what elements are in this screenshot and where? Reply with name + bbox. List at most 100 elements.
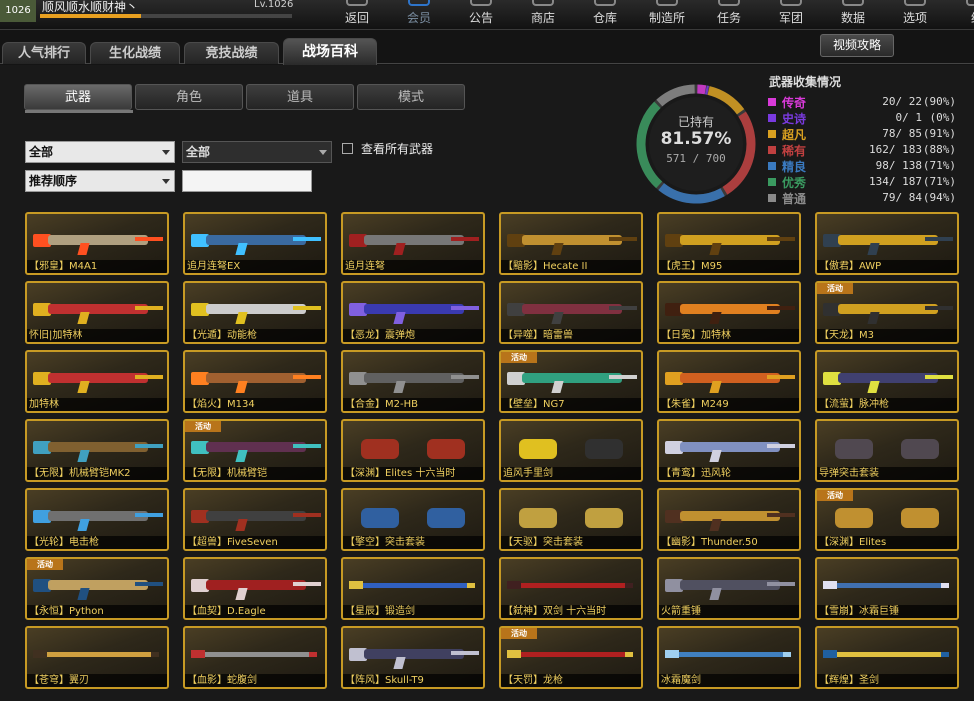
weapon-card[interactable]: 【擎空】突击套装	[341, 488, 485, 551]
weapon-image	[507, 571, 637, 601]
sort-select[interactable]: 推荐顺序	[25, 170, 175, 192]
weapon-card[interactable]: 【焰火】M134	[183, 350, 327, 413]
rarity-percent: (90%)	[922, 95, 956, 108]
weapon-card[interactable]: 活动 【天罚】龙枪	[499, 626, 643, 689]
video-guide-button[interactable]: 视频攻略	[820, 34, 894, 57]
weapon-card[interactable]: 加特林	[25, 350, 169, 413]
weapon-card[interactable]: 【深渊】Elites 十六当时	[341, 419, 485, 482]
tab-0[interactable]: 人气排行	[2, 42, 86, 64]
rarity-name: 超凡	[782, 128, 807, 142]
weapon-card[interactable]: 【血契】D.Eagle	[183, 557, 327, 620]
event-badge: 活动	[817, 490, 853, 501]
rarity-color-swatch	[768, 146, 776, 154]
weapon-card[interactable]: 活动 【壁垒】NG7	[499, 350, 643, 413]
weapon-card[interactable]: 【日冕】加特林	[657, 281, 801, 344]
weapon-card[interactable]: 【雪崩】冰霜巨锤	[815, 557, 959, 620]
weapon-card[interactable]: 【虎王】M95	[657, 212, 801, 275]
rarity-count: 162/ 183	[869, 143, 922, 156]
subtab-3[interactable]: 模式	[357, 84, 465, 110]
weapon-card[interactable]: 【天驱】突击套装	[499, 488, 643, 551]
weapon-card[interactable]: 【阵风】Skull-T9	[341, 626, 485, 689]
weapon-grid: 【邪皇】M4A1 追月连弩EX 追月连弩 【黯影】Hecate II 【虎王】M95 【傲…	[25, 212, 969, 698]
weapon-card[interactable]: 导弹突击套装	[815, 419, 959, 482]
weapon-card[interactable]: 追风手里剑	[499, 419, 643, 482]
weapon-card[interactable]: 【无限】机械臂铠MK2	[25, 419, 169, 482]
menu-item-2[interactable]: 公告	[459, 0, 503, 30]
weapon-card[interactable]: 【辉煌】圣剑	[815, 626, 959, 689]
menu-item-10[interactable]: 结	[955, 0, 974, 30]
weapon-card[interactable]: 【流萤】脉冲枪	[815, 350, 959, 413]
subcategory-select-value: 全部	[186, 145, 211, 159]
weapon-card[interactable]: 冰霜魔剑	[657, 626, 801, 689]
category-select[interactable]: 全部	[25, 141, 175, 163]
exp-bar	[40, 14, 292, 18]
weapon-name: 【雪崩】冰霜巨锤	[817, 605, 957, 618]
search-input[interactable]	[182, 170, 312, 192]
subtab-2[interactable]: 道具	[246, 84, 354, 110]
weapon-image	[349, 502, 479, 532]
subtab-1[interactable]: 角色	[135, 84, 243, 110]
tab-3[interactable]: 战场百科	[283, 38, 377, 65]
show-all-weapons-toggle[interactable]: 查看所有武器	[342, 140, 433, 157]
weapon-card[interactable]: 火箭重锤	[657, 557, 801, 620]
weapon-image	[349, 226, 479, 256]
warehouse-icon	[594, 0, 616, 6]
weapon-card[interactable]: 怀旧|加特林	[25, 281, 169, 344]
weapon-image	[191, 640, 321, 670]
weapon-name: 【合金】M2-HB	[343, 398, 483, 411]
player-level-text: Lv.1026	[254, 0, 294, 10]
weapon-name: 【无限】机械臂铠	[185, 467, 325, 480]
weapon-name: 【壁垒】NG7	[501, 398, 641, 411]
subcategory-select[interactable]: 全部	[182, 141, 332, 163]
show-all-checkbox[interactable]	[342, 143, 353, 154]
weapon-card[interactable]: 【弑神】双剑 十六当时	[499, 557, 643, 620]
weapon-name: 【血契】D.Eagle	[185, 605, 325, 618]
weapon-card[interactable]: 活动 【天龙】M3	[815, 281, 959, 344]
weapon-image	[191, 433, 321, 463]
weapon-card[interactable]: 【幽影】Thunder.50	[657, 488, 801, 551]
weapon-card[interactable]: 【光遁】动能枪	[183, 281, 327, 344]
subtab-0[interactable]: 武器	[24, 84, 133, 113]
weapon-card[interactable]: 活动 【永恒】Python	[25, 557, 169, 620]
weapon-image	[823, 502, 953, 532]
event-badge: 活动	[817, 283, 853, 294]
weapon-card[interactable]: 追月连弩EX	[183, 212, 327, 275]
weapon-card[interactable]: 【合金】M2-HB	[341, 350, 485, 413]
weapon-card[interactable]: 活动【无限】机械臂铠	[183, 419, 327, 482]
rarity-percent: (88%)	[922, 143, 956, 156]
weapon-card[interactable]: 【星辰】锻造剑	[341, 557, 485, 620]
weapon-card[interactable]: 【朱雀】M249	[657, 350, 801, 413]
weapon-name: 【邪皇】M4A1	[27, 260, 167, 273]
menu-item-1[interactable]: 会员	[397, 0, 441, 30]
rarity-color-swatch	[768, 194, 776, 202]
weapon-card[interactable]: 【黯影】Hecate II	[499, 212, 643, 275]
menu-item-4[interactable]: 仓库	[583, 0, 627, 30]
weapon-card[interactable]: 【光轮】电击枪	[25, 488, 169, 551]
weapon-name: 【深渊】Elites	[817, 536, 957, 549]
weapon-card[interactable]: 【邪皇】M4A1	[25, 212, 169, 275]
weapon-card[interactable]: 追月连弩	[341, 212, 485, 275]
tab-2[interactable]: 竞技战绩	[184, 42, 279, 64]
weapon-name: 【永恒】Python	[27, 605, 167, 618]
weapon-card[interactable]: 【异噬】暗雷兽	[499, 281, 643, 344]
menu-item-0[interactable]: 返回	[335, 0, 379, 30]
weapon-card[interactable]: 【傲君】AWP	[815, 212, 959, 275]
menu-item-9[interactable]: 选项	[893, 0, 937, 30]
weapon-card[interactable]: 【恶龙】震弹炮	[341, 281, 485, 344]
menu-item-3[interactable]: 商店	[521, 0, 565, 30]
tab-1[interactable]: 生化战绩	[90, 42, 180, 64]
rarity-count: 78/ 85	[882, 127, 922, 140]
weapon-card[interactable]: 活动【深渊】Elites	[815, 488, 959, 551]
weapon-image	[349, 364, 479, 394]
event-badge: 活动	[185, 421, 221, 432]
menu-item-7[interactable]: 军团	[769, 0, 813, 30]
weapon-card[interactable]: 【血影】蛇腹剑	[183, 626, 327, 689]
menu-item-5[interactable]: 制造所	[645, 0, 689, 30]
weapon-card[interactable]: 【青鸾】迅风轮	[657, 419, 801, 482]
menu-item-8[interactable]: 数据	[831, 0, 875, 30]
weapon-card[interactable]: 【苍穹】翼刃	[25, 626, 169, 689]
rarity-color-swatch	[768, 162, 776, 170]
rarity-row: 超凡 78/ 85 (91%)	[768, 126, 968, 142]
weapon-card[interactable]: 【超兽】FiveSeven	[183, 488, 327, 551]
menu-item-6[interactable]: 任务	[707, 0, 751, 30]
